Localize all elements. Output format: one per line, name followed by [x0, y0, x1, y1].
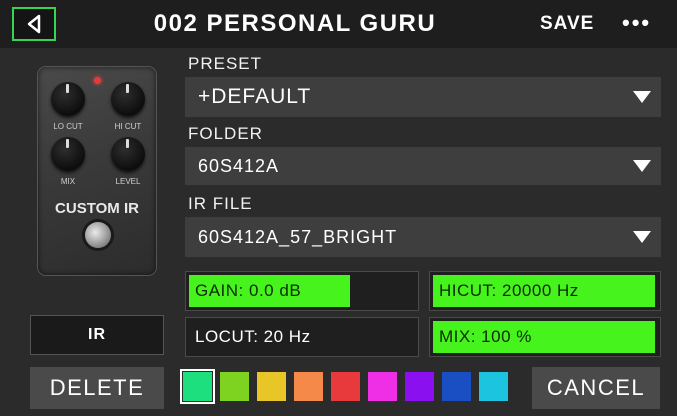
- mix-knob: [51, 137, 85, 171]
- chevron-down-icon: [633, 231, 651, 243]
- knob-label-mix: MIX: [60, 177, 76, 186]
- ir-file-dropdown[interactable]: 60S412A_57_BRIGHT: [185, 217, 661, 257]
- locut-param[interactable]: LOCUT: 20 Hz: [185, 317, 419, 357]
- knob-label-level: LEVEL: [115, 177, 141, 186]
- lo-cut-knob: [51, 82, 85, 116]
- ir-file-label: IR FILE: [188, 194, 253, 213]
- ir-button[interactable]: IR: [30, 315, 164, 355]
- color-swatch-yellow[interactable]: [257, 372, 286, 401]
- folder-dropdown[interactable]: 60S412A: [185, 147, 661, 185]
- knob-label-lo-cut: LO CUT: [53, 122, 83, 131]
- led-indicator: [94, 77, 101, 84]
- color-swatch-orange[interactable]: [294, 372, 323, 401]
- save-button[interactable]: SAVE: [540, 13, 594, 35]
- delete-button[interactable]: DELETE: [30, 367, 164, 409]
- preset-value: +DEFAULT: [198, 85, 312, 108]
- color-swatch-lime[interactable]: [220, 372, 249, 401]
- mix-text: MIX: 100 %: [439, 327, 532, 346]
- chevron-down-icon: [633, 160, 651, 172]
- footswitch-icon: [85, 222, 111, 248]
- level-knob: [111, 137, 145, 171]
- knob-label-hi-cut: HI CUT: [114, 122, 142, 131]
- back-arrow-icon: [27, 14, 41, 34]
- pedal-name: CUSTOM IR: [55, 200, 139, 217]
- hicut-param[interactable]: HICUT: 20000 Hz: [429, 271, 661, 311]
- folder-label: FOLDER: [188, 124, 263, 143]
- hicut-text: HICUT: 20000 Hz: [439, 281, 579, 300]
- gain-param[interactable]: GAIN: 0.0 dB: [185, 271, 419, 311]
- color-swatch-blue[interactable]: [442, 372, 471, 401]
- cancel-button[interactable]: CANCEL: [532, 367, 660, 409]
- color-swatch-magenta[interactable]: [368, 372, 397, 401]
- color-swatch-red[interactable]: [331, 372, 360, 401]
- locut-text: LOCUT: 20 Hz: [195, 327, 311, 346]
- chevron-down-icon: [633, 91, 651, 103]
- preset-label: PRESET: [188, 54, 263, 73]
- gain-text: GAIN: 0.0 dB: [195, 281, 302, 300]
- hi-cut-knob: [111, 82, 145, 116]
- pedal-image: LO CUT HI CUT MIX LEVEL CUSTOM IR: [38, 67, 156, 275]
- preset-title: 002 PERSONAL GURU: [153, 10, 437, 37]
- color-swatch-green[interactable]: [180, 369, 215, 404]
- ir-file-value: 60S412A_57_BRIGHT: [198, 226, 398, 247]
- header-bar: 002 PERSONAL GURU SAVE •••: [0, 0, 677, 48]
- color-swatch-cyan[interactable]: [479, 372, 508, 401]
- preset-dropdown[interactable]: +DEFAULT: [185, 77, 661, 117]
- color-swatch-purple[interactable]: [405, 372, 434, 401]
- back-button[interactable]: [12, 7, 56, 41]
- folder-value: 60S412A: [198, 155, 280, 176]
- more-options-icon[interactable]: •••: [622, 12, 651, 34]
- mix-param[interactable]: MIX: 100 %: [429, 317, 661, 357]
